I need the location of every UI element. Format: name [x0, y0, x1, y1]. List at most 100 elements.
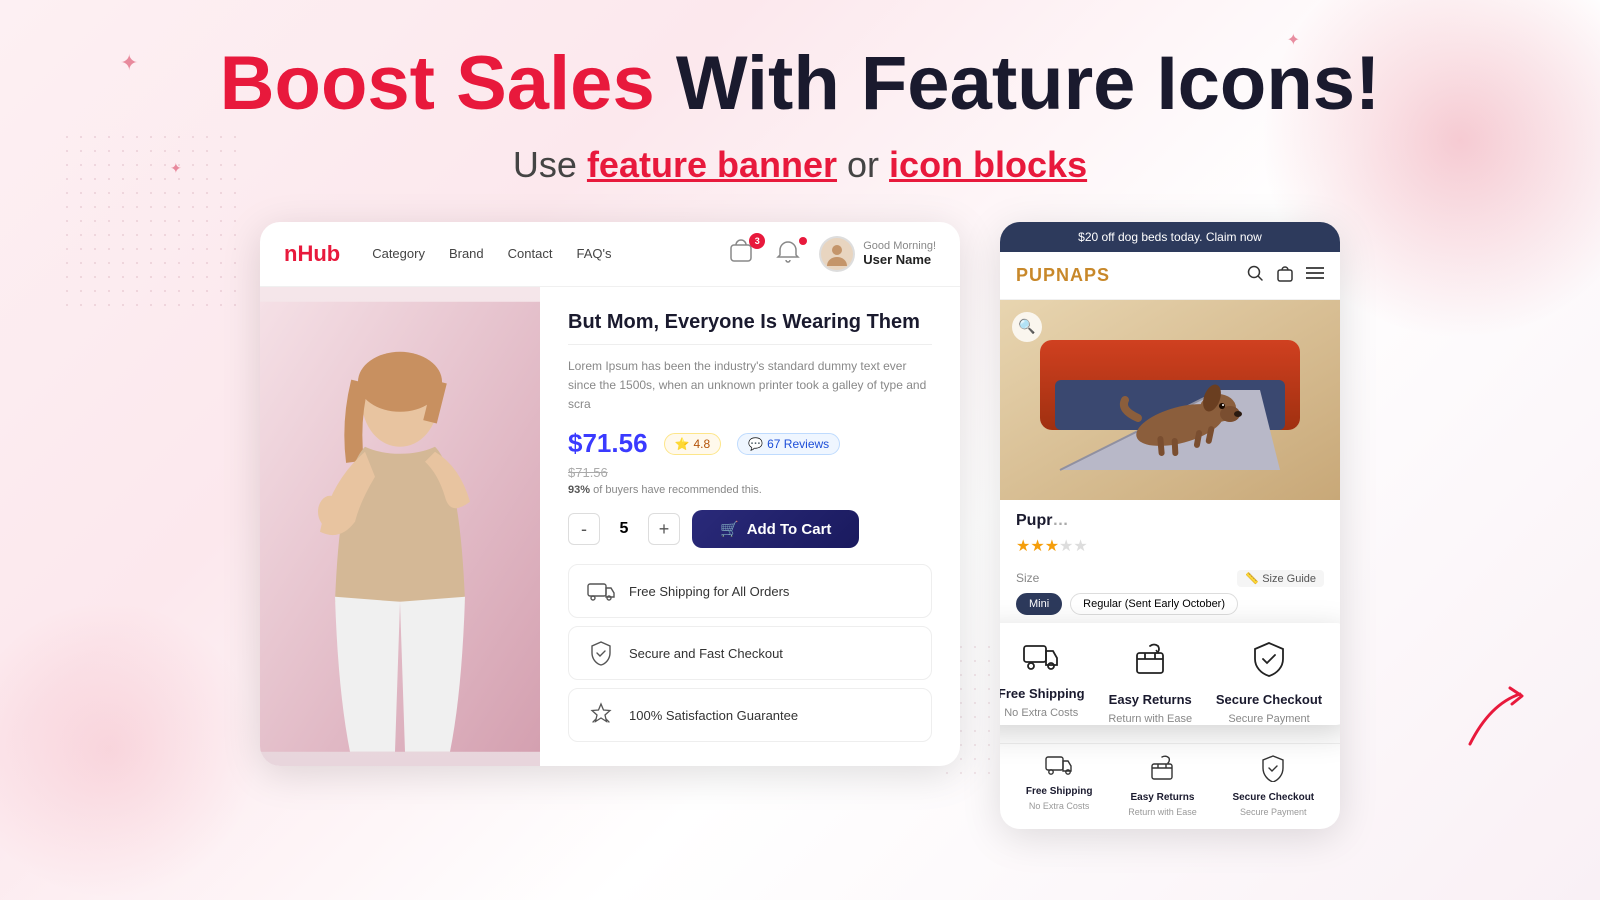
hamburger-icon: [1306, 266, 1324, 280]
recommend-pct: 93%: [568, 484, 590, 496]
bottom-returns-sub: Return with Ease: [1128, 807, 1197, 817]
feature-secure-label: Secure and Fast Checkout: [629, 646, 783, 661]
nav-brand[interactable]: Brand: [449, 246, 484, 261]
shield-check-icon: [589, 640, 613, 666]
cart-btn-label: Add To Cart: [747, 521, 832, 538]
mobile-search-overlay[interactable]: 🔍: [1012, 312, 1042, 342]
mobile-product-info: Pupr… ★★★★★: [1000, 500, 1340, 564]
quantity-row: - 5 + 🛒 Add To Cart: [568, 510, 932, 548]
bottom-shipping-title: Free Shipping: [1026, 786, 1093, 797]
subtitle: Use feature banner or icon blocks: [0, 144, 1600, 186]
popup-returns-title: Easy Returns: [1109, 692, 1192, 707]
price-original: $71.56: [568, 465, 932, 480]
mobile-product-image: 🔍: [1000, 300, 1340, 500]
nav-faq[interactable]: FAQ's: [576, 246, 611, 261]
popup-shipping-title: Free Shipping: [1000, 686, 1085, 701]
feature-banner-link[interactable]: feature banner: [587, 144, 837, 185]
main-title: Boost Sales With Feature Icons!: [0, 42, 1600, 126]
bag-icon: [1276, 264, 1294, 282]
price-row: $71.56 ⭐ 4.8 💬 67 Reviews: [568, 428, 932, 459]
feature-item-satisfaction: 100% Satisfaction Guarantee: [568, 688, 932, 742]
feature-shipping-icon: [585, 575, 617, 607]
search-icon: [1246, 264, 1264, 282]
add-to-cart-button[interactable]: 🛒 Add To Cart: [692, 510, 859, 548]
star-icon: ⭐: [675, 437, 690, 451]
popup-feature-returns: Easy Returns Return with Ease: [1108, 641, 1192, 711]
user-avatar: [819, 236, 855, 272]
product-desc: Lorem Ipsum has been the industry's stan…: [568, 357, 932, 415]
quantity-increase-button[interactable]: +: [648, 513, 680, 545]
feature-item-shipping: Free Shipping for All Orders: [568, 564, 932, 618]
mobile-stars: ★★★★★: [1016, 536, 1324, 556]
popup-shield-check-icon: [1252, 641, 1286, 677]
truck-icon: [587, 580, 615, 602]
popup-feature-shipping: Free Shipping No Extra Costs: [1000, 641, 1085, 711]
mobile-product-svg: [1000, 300, 1340, 500]
nav-contact[interactable]: Contact: [508, 246, 553, 261]
title-dark-part: With Feature Icons!: [676, 41, 1380, 126]
arrow-icon: [1450, 674, 1540, 764]
store-body: But Mom, Everyone Is Wearing Them Lorem …: [260, 287, 960, 767]
mobile-header: PUPNAPS: [1000, 252, 1340, 300]
rating-badge: ⭐ 4.8: [664, 433, 722, 455]
popup-box-icon: [1132, 641, 1168, 677]
mockups-container: nHub Category Brand Contact FAQ's 3: [0, 222, 1600, 829]
size-mini-button[interactable]: Mini: [1016, 593, 1062, 615]
bottom-shield-icon: [1261, 754, 1285, 782]
reviews-text: 67 Reviews: [767, 437, 829, 451]
cart-icon-wrap[interactable]: 3: [727, 237, 761, 271]
bottom-feature-checkout: Secure Checkout Secure Payment: [1232, 754, 1314, 817]
feature-list: Free Shipping for All Orders Secure and …: [568, 564, 932, 742]
mobile-bag-icon[interactable]: [1276, 264, 1294, 287]
bottom-truck-icon: [1045, 754, 1073, 776]
rating-value: 4.8: [693, 437, 710, 451]
size-regular-button[interactable]: Regular (Sent Early October): [1070, 593, 1238, 615]
bell-icon: [775, 239, 801, 265]
store-nav: Category Brand Contact FAQ's: [372, 246, 695, 261]
star-guarantee-icon: [587, 702, 615, 728]
arrow-decoration: [1450, 674, 1540, 769]
mobile-search-icon[interactable]: [1246, 264, 1264, 287]
popup-returns-subtitle: Return with Ease: [1108, 713, 1192, 725]
feature-item-secure: Secure and Fast Checkout: [568, 626, 932, 680]
size-guide-link[interactable]: 📏 Size Guide: [1237, 570, 1324, 587]
popup-checkout-subtitle: Secure Payment: [1228, 713, 1309, 725]
quantity-decrease-button[interactable]: -: [568, 513, 600, 545]
bell-icon-wrap[interactable]: [775, 239, 805, 269]
popup-checkout-title: Secure Checkout: [1216, 692, 1322, 707]
header-section: Boost Sales With Feature Icons! Use feat…: [0, 0, 1600, 186]
popup-feature-checkout: Secure Checkout Secure Payment: [1216, 641, 1322, 711]
store-header: nHub Category Brand Contact FAQ's 3: [260, 222, 960, 287]
user-name: User Name: [863, 252, 936, 267]
recommend-label: of buyers have recommended this.: [593, 484, 762, 496]
feature-secure-icon: [585, 637, 617, 669]
product-divider: [568, 344, 932, 345]
popup-truck-icon: [1023, 641, 1059, 671]
icon-blocks-link[interactable]: icon blocks: [889, 144, 1087, 185]
recommend-text: 93% of buyers have recommended this.: [568, 484, 932, 496]
reviews-badge: 💬 67 Reviews: [737, 433, 840, 455]
popup-shipping-subtitle: No Extra Costs: [1004, 707, 1078, 719]
comment-icon: 💬: [748, 437, 763, 451]
bottom-returns-icon: [1149, 754, 1175, 788]
mockup-left-desktop: nHub Category Brand Contact FAQ's 3: [260, 222, 960, 767]
mobile-logo: PUPNAPS: [1016, 265, 1110, 286]
mobile-menu-icon[interactable]: [1306, 264, 1324, 287]
mobile-header-icons: [1246, 264, 1324, 287]
bottom-checkout-title: Secure Checkout: [1232, 792, 1314, 803]
nav-category[interactable]: Category: [372, 246, 425, 261]
mobile-product-title: Pupr…: [1016, 512, 1324, 530]
bottom-checkout-sub: Secure Payment: [1240, 807, 1307, 817]
bottom-returns-title: Easy Returns: [1131, 792, 1195, 803]
user-info: Good Morning! User Name: [819, 236, 936, 272]
mobile-promo-banner[interactable]: $20 off dog beds today. Claim now: [1000, 222, 1340, 252]
user-text-block: Good Morning! User Name: [863, 240, 936, 267]
mobile-bottom-features: Free Shipping No Extra Costs Easy Return…: [1000, 743, 1340, 829]
feature-satisfaction-label: 100% Satisfaction Guarantee: [629, 708, 798, 723]
bottom-checkout-icon: [1261, 754, 1285, 788]
popup-checkout-icon: [1252, 641, 1286, 684]
quantity-value: 5: [612, 520, 636, 538]
store-header-right: 3: [727, 236, 936, 272]
bottom-shipping-sub: No Extra Costs: [1029, 801, 1090, 811]
popup-container: Free Shipping No Extra Costs: [1000, 623, 1340, 743]
